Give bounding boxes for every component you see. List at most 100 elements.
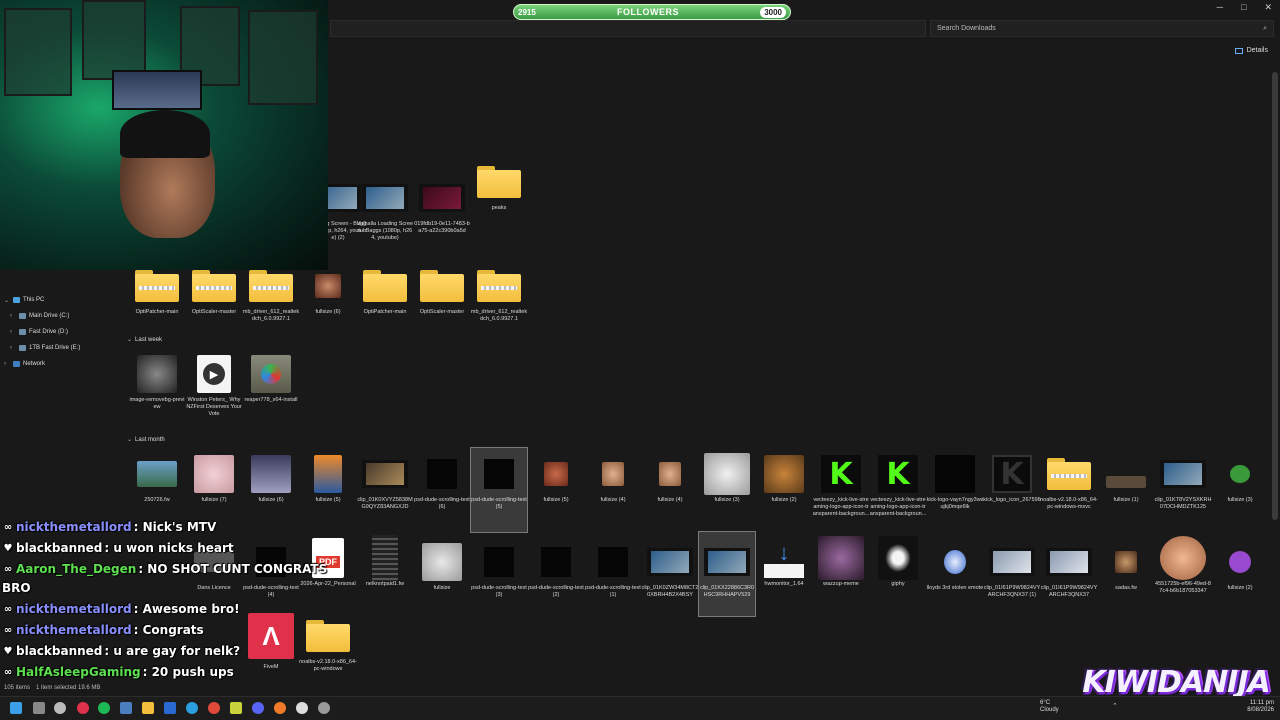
start-icon[interactable] [10,702,22,714]
image-tile[interactable]: fullsize (5) [528,452,584,536]
kick-logo-tile[interactable]: Kkick_logo_icon_267596 [983,452,1041,536]
chrome-icon[interactable] [208,702,220,714]
zip-tile[interactable]: mb_driver_612_realtekdch_6.0.9927.1 [471,264,527,348]
chat-message: ∞ HalfAsleepGaming : 20 push ups [2,665,234,679]
image-tile[interactable]: psd-dude-scrolling-text (1) [585,540,641,624]
image-tile[interactable]: wazzup-meme [813,536,869,620]
image-tile[interactable]: psd-dude-scrolling-text (2) [528,540,584,624]
minimize-icon[interactable]: ─ [1217,2,1223,13]
search-placeholder: Search Downloads [937,25,996,32]
image-tile[interactable]: fullsize (4) [642,452,698,536]
image-tile[interactable]: fullsize (4) [585,452,641,536]
file-tile[interactable]: 019fdb19-0e11-7483-ba75-a22c390b0a5d [414,176,470,260]
nav-drive-d[interactable]: › Fast Drive (D:) [10,326,68,338]
folder-tile[interactable]: OptiPatcher-main [357,264,413,348]
chat-message: ∞ nickthemetallord : Congrats [2,623,204,637]
file-name: FiveM [263,664,279,670]
chevron-right-icon[interactable]: › [10,329,16,335]
image-tile[interactable]: fullsize (3) [699,452,755,536]
image-tile[interactable]: psd-dude-scrolling-text (6) [414,452,470,536]
pdf-tile[interactable]: PDF 2026-Apr-22_Personal [300,536,356,620]
system-clock[interactable]: 11:11 pm 8/08/2026 [1247,700,1274,714]
image-tile[interactable]: kick-logo-vayn7ngy3wsujkj0mqe6lk [927,452,983,536]
zip-tile[interactable]: mb_driver_612_realtekdch_6.0.9927.1 [243,264,299,348]
chevron-right-icon[interactable]: › [10,313,16,319]
file-explorer-icon[interactable] [142,702,154,714]
file-name: psd-dude-scrolling-text (1) [585,585,641,598]
kick-logo-tile[interactable]: Kvecteezy_kick-live-streaming-logo-app-i… [813,452,869,536]
image-tile[interactable]: fullsize (1) [1098,452,1154,536]
address-bar[interactable] [330,20,926,37]
video-tile[interactable]: clip_01KX22886C3R0HSC9RHHAPV529 [698,531,756,617]
image-tile[interactable]: 4551725b-ef96-49ed-87c4-b6b187053347 [1155,536,1211,620]
file-name: fullsize (5) [543,497,569,503]
image-tile[interactable]: giphy [870,536,926,620]
vertical-scrollbar[interactable] [1272,72,1278,520]
maximize-icon[interactable]: □ [1241,2,1246,13]
spotify-icon[interactable] [98,702,110,714]
weather-widget[interactable]: 6°C Cloudy [1040,700,1059,714]
image-tile[interactable]: fullsize (3) [1212,452,1268,536]
zip-tile[interactable]: noalbs-v2.18.0-x86_64-pc-windows-msvc [1040,452,1098,536]
details-button[interactable]: Details [1234,47,1268,54]
image-tile[interactable]: fullsize (2) [756,452,812,536]
chevron-up-icon[interactable]: ⌃ [1112,702,1118,710]
app-icon[interactable] [120,702,132,714]
chevron-down-icon[interactable]: ⌄ [4,297,10,304]
chat-text: : Awesome bro! [133,602,240,616]
image-tile[interactable]: fullsize (2) [1212,540,1268,624]
discord-icon[interactable] [252,702,264,714]
video-tile[interactable]: clip_01K0XVYZ5838MG9QYZ83ANGXJD [357,452,413,536]
group-header-last-month[interactable]: ⌄ Last month [127,436,165,444]
video-tile[interactable]: clip_01KT8V2YSXKRH07DCHMDZTK125 [1155,452,1211,536]
image-tile[interactable]: psd-dude-scrolling-text (3) [471,540,527,624]
chevron-down-icon[interactable]: ⌄ [127,436,132,443]
image-tile[interactable]: sadas.fw [1098,540,1154,624]
image-tile[interactable]: lloyds 3rd stolen emote [927,540,983,624]
image-tile[interactable]: image-removebg-preview [129,352,185,436]
kick-logo-tile[interactable]: Kvecteezy_kick-live-streaming-logo-app-i… [870,452,926,536]
file-name: nelknotpaid1.fw [365,581,405,587]
image-tile[interactable]: fullsize [414,540,470,624]
folder-tile[interactable]: peaks [471,160,527,244]
image-tile[interactable]: psd-dude-scrolling-text (5) [470,447,528,533]
installer-tile[interactable]: ↓ hwmonitor_1.64 [756,536,812,620]
file-name: psd-dude-scrolling-text (2) [528,585,584,598]
file-name: psd-dude-scrolling-text (4) [243,585,299,598]
chevron-right-icon[interactable]: › [10,345,16,351]
app-icon[interactable] [164,702,176,714]
image-tile[interactable]: fullsize (5) [300,452,356,536]
video-tile[interactable]: clip_01I61P9W9824VYARCHF3QNX37 (1) [984,540,1040,624]
app-icon[interactable] [77,702,89,714]
app-icon[interactable] [274,702,286,714]
steam-icon[interactable] [54,702,66,714]
nav-network[interactable]: › Network [4,358,45,370]
image-tile[interactable]: fullsize (6) [300,264,356,348]
installer-tile[interactable]: reaper778_x64-install [243,352,299,436]
settings-gear-icon[interactable] [318,702,330,714]
image-thumbnail [1103,542,1149,582]
image-thumbnail [248,454,294,494]
nav-drive-e[interactable]: › 1TB Fast Drive (E:) [10,342,80,354]
app-icon[interactable] [296,702,308,714]
close-icon[interactable]: ✕ [1264,2,1272,13]
app-tile[interactable]: Λ FiveM [243,613,299,698]
image-tile[interactable]: psd-dude-scrolling-text (4) [243,540,299,624]
zip-tile[interactable]: OptiPatcher-main [129,264,185,348]
image-tile[interactable]: nelknotpaid1.fw [357,535,413,620]
chevron-right-icon[interactable]: › [4,361,10,367]
zip-tile[interactable]: OptiScaler-master [186,264,242,348]
search-icon[interactable] [33,702,45,714]
folder-tile[interactable]: noalbs-v2.18.0-x86_64-pc-windows [299,614,357,698]
image-tile[interactable]: fullsize (6) [243,452,299,536]
folder-tile[interactable]: OptiScaler-master [414,264,470,348]
video-tile[interactable]: clip_01K0ZW34M8CT20XBRH4B2X4BSY [642,540,698,624]
search-input[interactable]: Search Downloads ⌕ [930,20,1274,37]
video-tile[interactable]: ▶ Winston Peters_ Why NZFirst Deserves Y… [186,352,242,436]
video-tile[interactable]: clip_01I61P9W9824VYARCHF3QNX37 [1041,540,1097,624]
nav-this-pc[interactable]: ⌄ This PC [4,294,44,306]
file-tile[interactable]: Valhalla Loading Screen - Baggs (1080p, … [357,176,413,260]
edge-icon[interactable] [186,702,198,714]
app-icon[interactable] [230,702,242,714]
nav-drive-c[interactable]: › Main Drive (C:) [10,310,69,322]
